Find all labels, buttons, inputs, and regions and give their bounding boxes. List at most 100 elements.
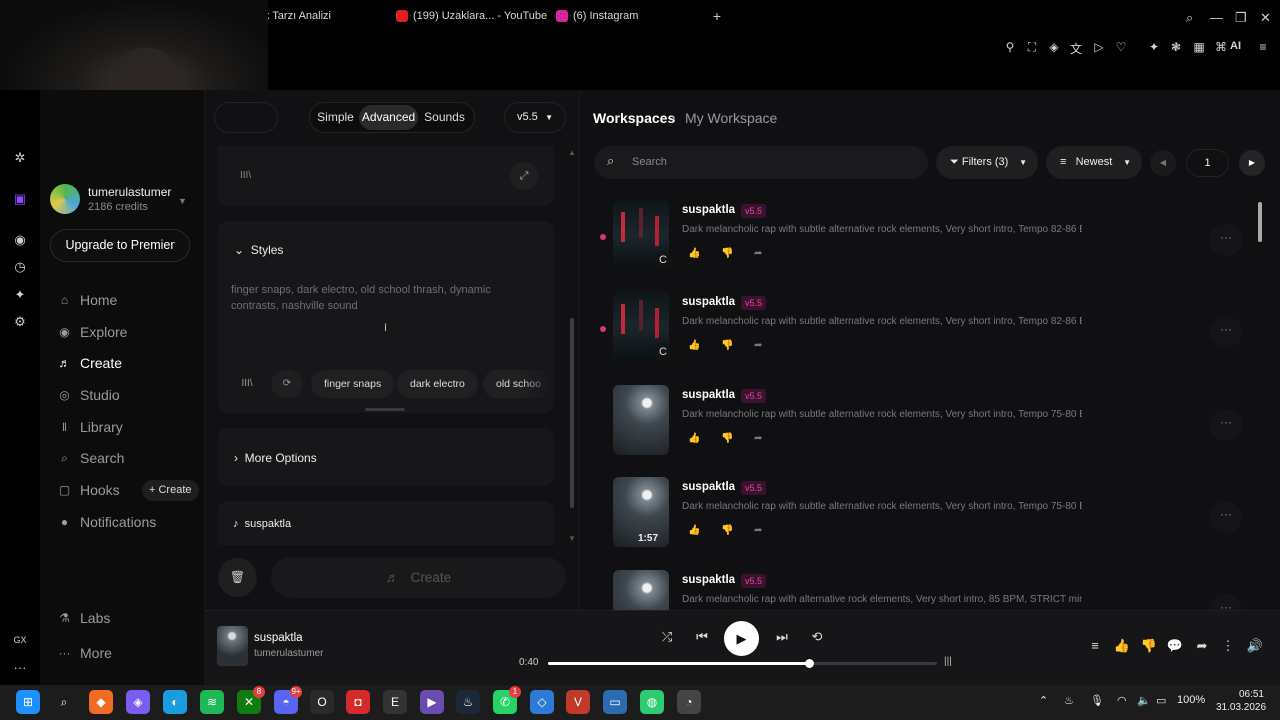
share-icon[interactable]: ➦ [754,433,787,444]
nav-item-labs[interactable]: ⚗ Labs [58,610,110,626]
like-icon[interactable]: 👍 [688,433,721,444]
game-launcher-icon[interactable]: ◘ [346,690,370,714]
version-select[interactable]: v5.5 ▼ [504,102,566,133]
remote-desktop-icon[interactable]: ▭ [603,690,627,714]
prev-page-icon[interactable]: ◀ [1150,150,1176,176]
twitch-icon[interactable]: ▣ [12,191,28,207]
like-icon[interactable]: 👍 [688,248,721,259]
style-tag[interactable]: finger snaps [311,370,395,398]
heart-icon[interactable]: ♡ [1113,40,1129,54]
song-more-icon[interactable]: ··· [1210,224,1242,256]
copilot-icon[interactable]: ◈ [126,690,150,714]
sort-button[interactable]: ≡ Newest ▼ [1046,146,1142,179]
close-icon[interactable]: ✕ [1260,10,1271,26]
song-more-icon[interactable]: ··· [1210,409,1242,441]
chevron-down-icon[interactable]: ▼ [178,196,187,206]
page-number[interactable]: 1 [1186,149,1229,177]
song-row[interactable]: Csuspaktla v5.5 Dark melancholic rap with … [598,290,1248,370]
play-icon[interactable]: ▷ [1091,40,1107,54]
mic-icon[interactable]: 🎙 [1090,694,1104,707]
new-tab-button[interactable]: + [710,9,724,24]
tray-expand-icon[interactable]: ⌃ [1039,694,1048,707]
history-icon[interactable]: ◷ [12,259,28,275]
share-icon[interactable]: ➦ [754,340,787,351]
extension-3-icon[interactable]: ▦ [1191,40,1207,54]
nav-item-hooks[interactable]: ▢ Hooks [58,482,120,498]
hooks-create-button[interactable]: + Create [142,480,199,501]
voicemeeter-icon[interactable]: V [566,690,590,714]
extension-icon[interactable]: ✦ [1146,40,1162,54]
browser-search-icon[interactable]: ⌕ [1186,10,1193,26]
song-row[interactable]: suspaktla v5.5 Dark melancholic rap with s… [598,383,1248,463]
more-icon[interactable]: ⋮ [1219,638,1237,654]
snapshot-icon[interactable]: ⛶ [1024,40,1040,55]
like-icon[interactable]: 👍 [1113,638,1131,654]
mode-simple-button[interactable]: Simple [313,105,358,130]
share-icon[interactable]: ➦ [754,525,787,536]
upgrade-button[interactable]: Upgrade to Premier [50,229,190,262]
user-profile[interactable]: tumerulastumer 2186 credits [50,184,171,214]
tags-scrollbar[interactable] [365,408,405,411]
minimize-icon[interactable]: — [1210,10,1223,25]
extension-4-icon[interactable]: ⌘ [1213,40,1229,54]
nav-item-home[interactable]: ⌂ Home [58,292,117,308]
opera-icon[interactable]: O [310,690,334,714]
more-options-toggle[interactable]: › More Options [234,451,317,465]
chat-app-icon[interactable]: ◍ [640,690,664,714]
next-icon[interactable]: ⏭ [773,629,791,645]
dislike-icon[interactable]: 👎 [721,525,754,536]
song-title[interactable]: suspaktla [682,389,735,401]
clock[interactable]: 06:51 31.03.2026 [1216,688,1266,714]
search-icon[interactable]: ⌕ [52,690,76,714]
restore-icon[interactable]: ❐ [1235,10,1247,26]
repeat-icon[interactable]: ⟲ [808,629,826,645]
expand-icon[interactable]: ⤢ [510,162,538,190]
create-button[interactable]: ♬ Create [271,557,566,598]
wifi-icon[interactable]: ◠ [1117,694,1127,707]
steam-icon[interactable]: ♨ [456,690,480,714]
like-icon[interactable]: 👍 [688,525,721,536]
nav-item-more[interactable]: ··· More [58,645,112,661]
next-page-icon[interactable]: ▶ [1239,150,1265,176]
shuffle-icon[interactable]: ⤮ [658,629,676,645]
back-pill[interactable] [214,102,278,133]
gx-label[interactable]: GX [12,632,28,648]
start-icon[interactable]: ⊞ [16,690,40,714]
edge-icon[interactable]: ◐ [163,690,187,714]
song-title[interactable]: suspaktla [682,204,735,216]
nav-item-create[interactable]: ♬ Create [58,355,123,371]
spotify-icon[interactable]: ≋ [200,690,224,714]
dislike-icon[interactable]: 👎 [1140,638,1158,654]
workspace-scrollbar[interactable] [1258,202,1262,242]
media-player-icon[interactable]: ▶ [420,690,444,714]
refresh-icon[interactable]: ⟳ [271,370,303,398]
nav-item-studio[interactable]: ◎ Studio [58,387,119,403]
nav-item-library[interactable]: ‖ Library [58,419,123,435]
network-app-icon[interactable]: ◇ [530,690,554,714]
mode-sounds-button[interactable]: Sounds [420,105,469,130]
spotify-sidebar-icon[interactable]: ◉ [12,232,28,248]
song-more-icon[interactable]: ··· [1210,316,1242,348]
extension-2-icon[interactable]: ❃ [1168,40,1184,54]
dislike-icon[interactable]: 👎 [721,433,754,444]
steam-tray-icon[interactable]: ♨ [1064,694,1074,707]
github-desktop-icon[interactable]: ◔ [677,690,701,714]
epic-games-icon[interactable]: E [383,690,407,714]
speaker-icon[interactable]: 🔈 [1137,694,1151,707]
song-cover[interactable]: 1:57 [613,477,669,547]
dislike-icon[interactable]: 👎 [721,248,754,259]
styles-toggle[interactable]: ⌄ Styles [234,243,283,257]
progress-bar[interactable] [548,659,937,668]
style-tag[interactable]: dark electro [397,370,478,398]
volume-icon[interactable]: 🔊 [1246,638,1264,654]
share-icon[interactable]: ➦ [754,248,787,259]
queue-icon[interactable]: ≡ [1086,638,1104,653]
like-icon[interactable]: 👍 [688,340,721,351]
song-row[interactable]: 1:57 suspaktla v5.5 Dark melancholic rap wi… [598,475,1248,555]
styles-textarea[interactable]: finger snaps, dark electro, old school t… [231,282,531,314]
breadcrumb-workspaces[interactable]: Workspaces [593,110,675,126]
song-cover[interactable] [613,385,669,455]
player-artist[interactable]: tumerulastumer [254,648,323,659]
tab-3[interactable]: (6) Instagram [556,10,638,22]
ai-button[interactable]: AI [1230,40,1241,52]
